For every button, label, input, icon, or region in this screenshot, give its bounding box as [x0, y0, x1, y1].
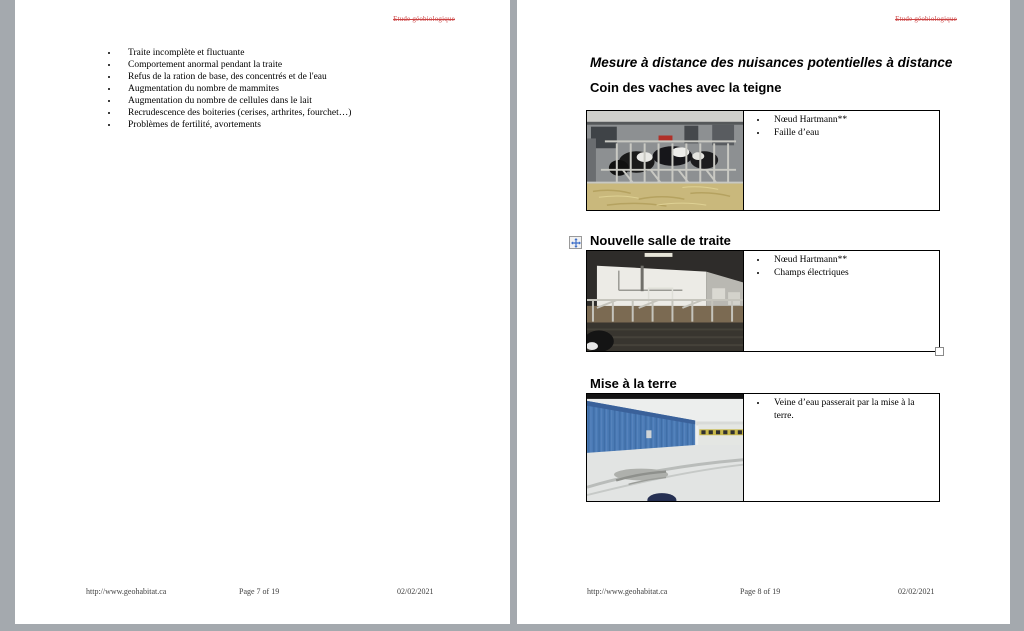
list-item: Veine d’eau passerait par la mise à la t… — [768, 397, 927, 423]
notes-cell: Nœud Hartmann** Faille d’eau — [744, 111, 939, 210]
measurement-table-3: Veine d’eau passerait par la mise à la t… — [586, 393, 940, 502]
notes-cell: Nœud Hartmann** Champs électriques — [744, 251, 939, 351]
heading-nouvelle-salle: Nouvelle salle de traite — [590, 233, 731, 248]
table-resize-handle[interactable] — [935, 347, 944, 356]
list-item: Refus de la ration de base, des concentr… — [119, 71, 351, 83]
list-item: Traite incomplète et fluctuante — [119, 47, 351, 59]
notes-bullet-list: Nœud Hartmann** Faille d’eau — [754, 114, 927, 140]
measurement-table-2: Nœud Hartmann** Champs électriques — [586, 250, 940, 352]
footer-page-number: Page 8 of 19 — [740, 587, 780, 596]
list-item: Faille d’eau — [768, 127, 927, 140]
photo-cell — [587, 111, 744, 210]
photo-cell — [587, 394, 744, 501]
move-arrows-icon — [571, 238, 581, 248]
footer-page-number: Page 7 of 19 — [239, 587, 279, 596]
table-move-handle[interactable] — [569, 236, 582, 249]
heading-coin-des-vaches: Coin des vaches avec la teigne — [590, 80, 781, 95]
notes-bullet-list: Nœud Hartmann** Champs électriques — [754, 254, 927, 280]
document-page-7[interactable]: Etude géobiologique Traite incomplète et… — [15, 0, 510, 624]
photo-blue-barn-snow-icon[interactable] — [587, 394, 743, 501]
notes-bullet-list: Veine d’eau passerait par la mise à la t… — [754, 397, 927, 423]
footer-url: http://www.geohabitat.ca — [587, 587, 667, 596]
section-title: Mesure à distance des nuisances potentie… — [590, 55, 952, 70]
list-item: Problèmes de fertilité, avortements — [119, 119, 351, 131]
photo-cell — [587, 251, 744, 351]
list-item: Augmentation du nombre de cellules dans … — [119, 95, 351, 107]
heading-mise-a-la-terre: Mise à la terre — [590, 376, 677, 391]
header-tracked-change-note: Etude géobiologique — [895, 15, 957, 23]
photo-milking-parlour-icon[interactable] — [587, 251, 743, 351]
photo-cows-barn-icon[interactable] — [587, 111, 743, 210]
symptom-bullet-list: Traite incomplète et fluctuante Comporte… — [105, 47, 351, 131]
list-item: Champs électriques — [768, 267, 927, 280]
workspace-bottom-margin — [0, 624, 1024, 631]
document-page-8[interactable]: Etude géobiologique Mesure à distance de… — [517, 0, 1010, 624]
footer-url: http://www.geohabitat.ca — [86, 587, 166, 596]
footer-date: 02/02/2021 — [898, 587, 934, 596]
measurement-table-1: Nœud Hartmann** Faille d’eau — [586, 110, 940, 211]
list-item: Augmentation du nombre de mammites — [119, 83, 351, 95]
list-item: Nœud Hartmann** — [768, 254, 927, 267]
footer-date: 02/02/2021 — [397, 587, 433, 596]
header-tracked-change-note: Etude géobiologique — [393, 15, 455, 23]
list-item: Recrudescence des boiteries (cerises, ar… — [119, 107, 351, 119]
list-item: Comportement anormal pendant la traite — [119, 59, 351, 71]
document-workspace: Etude géobiologique Traite incomplète et… — [0, 0, 1024, 631]
notes-cell: Veine d’eau passerait par la mise à la t… — [744, 394, 939, 501]
list-item: Nœud Hartmann** — [768, 114, 927, 127]
